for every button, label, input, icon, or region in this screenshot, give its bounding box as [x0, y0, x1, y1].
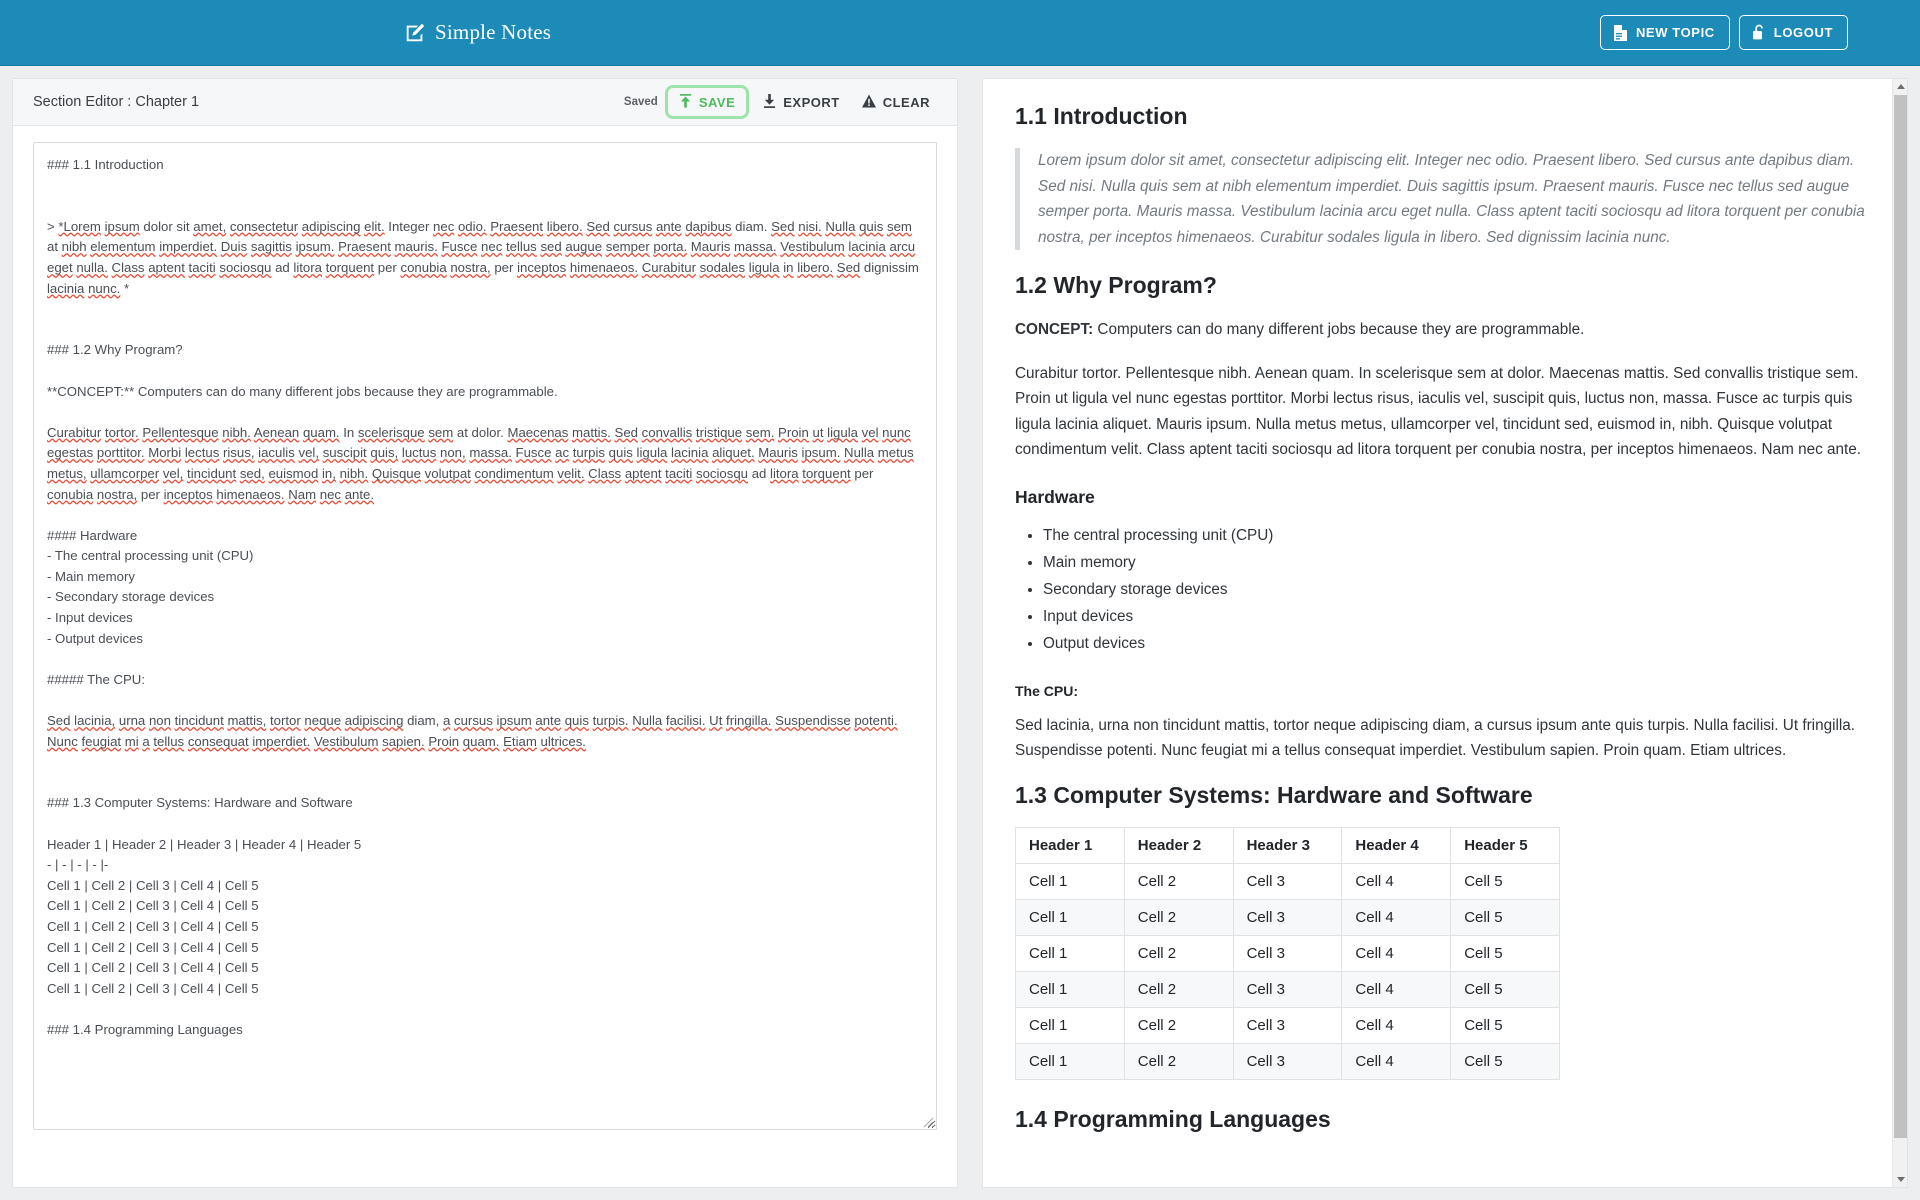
- table-cell: Cell 1: [1015, 898, 1125, 936]
- table-row: Cell 1 Cell 2 Cell 3 Cell 4 Cell 5: [1015, 970, 1560, 1008]
- table-cell: Cell 1: [1015, 1042, 1125, 1080]
- table-cell: Cell 1: [1015, 1006, 1125, 1044]
- scrollbar-thumb[interactable]: [1894, 95, 1907, 1138]
- table-cell: Cell 5: [1450, 970, 1560, 1008]
- table-row: Cell 1 Cell 2 Cell 3 Cell 4 Cell 5: [1015, 862, 1560, 900]
- table-column-header: Header 1: [1015, 826, 1125, 864]
- table-row: Cell 1 Cell 2 Cell 3 Cell 4 Cell 5: [1015, 898, 1560, 936]
- table-cell: Cell 2: [1123, 970, 1234, 1008]
- table-row: Cell 1 Cell 2 Cell 3 Cell 4 Cell 5: [1015, 1006, 1560, 1044]
- preview-blockquote: Lorem ipsum dolor sit amet, consectetur …: [1015, 148, 1867, 250]
- main-content: Section Editor : Chapter 1 Saved SAVE EX…: [0, 66, 1920, 1200]
- preview-blockquote-text: Lorem ipsum dolor sit amet, consectetur …: [1038, 152, 1865, 246]
- table-cell: Cell 2: [1123, 934, 1234, 972]
- table-cell: Cell 2: [1123, 898, 1234, 936]
- table-head: Header 1 Header 2 Header 3 Header 4 Header 5: [1015, 826, 1560, 864]
- preview-heading-programming-languages: 1.4 Programming Languages: [1015, 1105, 1331, 1132]
- header-actions: NEW TOPIC LOGOUT: [1599, 15, 1848, 50]
- warning-triangle-icon: [861, 94, 876, 110]
- list-item: Main memory: [1043, 549, 1867, 576]
- logout-button[interactable]: LOGOUT: [1738, 15, 1848, 50]
- preview-heading-why-program: 1.2 Why Program?: [1015, 272, 1217, 298]
- table-cell: Cell 5: [1450, 934, 1560, 972]
- list-item: Input devices: [1043, 603, 1867, 630]
- preview-content: 1.1 Introduction Lorem ipsum dolor sit a…: [983, 79, 1907, 1187]
- concept-text: Computers can do many different jobs bec…: [1093, 321, 1585, 338]
- brand-logo[interactable]: Simple Notes: [404, 22, 551, 44]
- table-cell: Cell 2: [1123, 1006, 1234, 1044]
- table-cell: Cell 3: [1232, 970, 1343, 1008]
- unlock-icon: [1752, 24, 1766, 41]
- table-cell: Cell 4: [1341, 862, 1452, 900]
- export-label: EXPORT: [783, 94, 840, 110]
- table-column-header: Header 2: [1123, 826, 1234, 864]
- editor-body: ### 1.1 Introduction > *Lorem ipsum dolo…: [13, 126, 957, 1187]
- table-row: Cell 1 Cell 2 Cell 3 Cell 4 Cell 5: [1015, 934, 1560, 972]
- download-icon: [763, 94, 776, 110]
- table-cell: Cell 4: [1341, 970, 1452, 1008]
- table-header-row: Header 1 Header 2 Header 3 Header 4 Header 5: [1015, 826, 1560, 864]
- preview-heading-introduction: 1.1 Introduction: [1015, 103, 1188, 129]
- table-body: Cell 1 Cell 2 Cell 3 Cell 4 Cell 5 Cell 1 Cell…: [1015, 862, 1560, 1080]
- table-cell: Cell 1: [1015, 862, 1125, 900]
- preview-hardware-list: The central processing unit (CPU)Main me…: [1015, 522, 1867, 657]
- clear-button[interactable]: CLEAR: [851, 88, 941, 116]
- table-cell: Cell 1: [1015, 970, 1125, 1008]
- resize-handle-icon[interactable]: [920, 1114, 934, 1128]
- table-column-header: Header 3: [1232, 826, 1343, 864]
- scroll-up-arrow-icon[interactable]: [1893, 79, 1907, 94]
- table-cell: Cell 5: [1450, 1042, 1560, 1080]
- save-label: SAVE: [698, 94, 736, 110]
- save-button[interactable]: SAVE: [668, 88, 746, 116]
- save-status-label: Saved: [623, 96, 658, 108]
- table-cell: Cell 2: [1123, 1042, 1234, 1080]
- table-column-header: Header 5: [1450, 826, 1560, 864]
- table-column-header: Header 4: [1341, 826, 1452, 864]
- table-cell: Cell 4: [1341, 1042, 1452, 1080]
- table-cell: Cell 3: [1232, 1006, 1343, 1044]
- list-item: Output devices: [1043, 630, 1867, 657]
- list-item: The central processing unit (CPU): [1043, 522, 1867, 549]
- concept-label: CONCEPT:: [1015, 321, 1094, 338]
- list-item: Secondary storage devices: [1043, 576, 1867, 603]
- logout-label: LOGOUT: [1773, 25, 1833, 40]
- table-cell: Cell 3: [1232, 898, 1343, 936]
- editor-title: Section Editor : Chapter 1: [33, 94, 200, 110]
- preview-heading-hardware: Hardware: [1015, 486, 1095, 507]
- app-header: Simple Notes NEW TOPIC LOGOUT: [0, 0, 1920, 66]
- table-cell: Cell 5: [1450, 1006, 1560, 1044]
- table-cell: Cell 4: [1341, 1006, 1452, 1044]
- table-cell: Cell 5: [1450, 862, 1560, 900]
- preview-heading-computer-systems: 1.3 Computer Systems: Hardware and Softw…: [1015, 781, 1533, 808]
- table-cell: Cell 3: [1232, 934, 1343, 972]
- new-topic-label: NEW TOPIC: [1635, 25, 1715, 40]
- edit-square-icon: [404, 22, 426, 44]
- table-row: Cell 1 Cell 2 Cell 3 Cell 4 Cell 5: [1015, 1042, 1560, 1080]
- table-cell: Cell 2: [1123, 862, 1234, 900]
- table-cell: Cell 3: [1232, 862, 1343, 900]
- preview-heading-cpu: The CPU:: [1015, 682, 1078, 699]
- table-cell: Cell 4: [1341, 934, 1452, 972]
- file-document-icon: [1613, 24, 1628, 41]
- clear-label: CLEAR: [882, 94, 930, 110]
- preview-scrollbar[interactable]: [1892, 79, 1907, 1187]
- preview-why-paragraph: Curabitur tortor. Pellentesque nibh. Aen…: [1015, 364, 1862, 459]
- new-topic-button[interactable]: NEW TOPIC: [1599, 15, 1730, 50]
- table-cell: Cell 1: [1015, 934, 1125, 972]
- preview-concept-paragraph: CONCEPT: Computers can do many different…: [1015, 317, 1867, 343]
- editor-tool-group: Saved SAVE EXPORT CLEAR: [624, 88, 941, 116]
- markdown-textarea[interactable]: ### 1.1 Introduction > *Lorem ipsum dolo…: [33, 142, 937, 1130]
- preview-table: Header 1 Header 2 Header 3 Header 4 Header 5…: [1015, 826, 1560, 1080]
- table-cell: Cell 4: [1341, 898, 1452, 936]
- section-editor-panel: Section Editor : Chapter 1 Saved SAVE EX…: [12, 78, 958, 1188]
- editor-toolbar: Section Editor : Chapter 1 Saved SAVE EX…: [13, 79, 957, 126]
- table-cell: Cell 5: [1450, 898, 1560, 936]
- export-button[interactable]: EXPORT: [752, 88, 850, 116]
- scroll-down-arrow-icon[interactable]: [1893, 1172, 1907, 1187]
- upload-icon: [679, 94, 692, 110]
- table-cell: Cell 3: [1232, 1042, 1343, 1080]
- preview-cpu-paragraph: Sed lacinia, urna non tincidunt mattis, …: [1015, 716, 1856, 760]
- brand-title: Simple Notes: [435, 20, 552, 44]
- markdown-preview-panel: 1.1 Introduction Lorem ipsum dolor sit a…: [982, 78, 1908, 1188]
